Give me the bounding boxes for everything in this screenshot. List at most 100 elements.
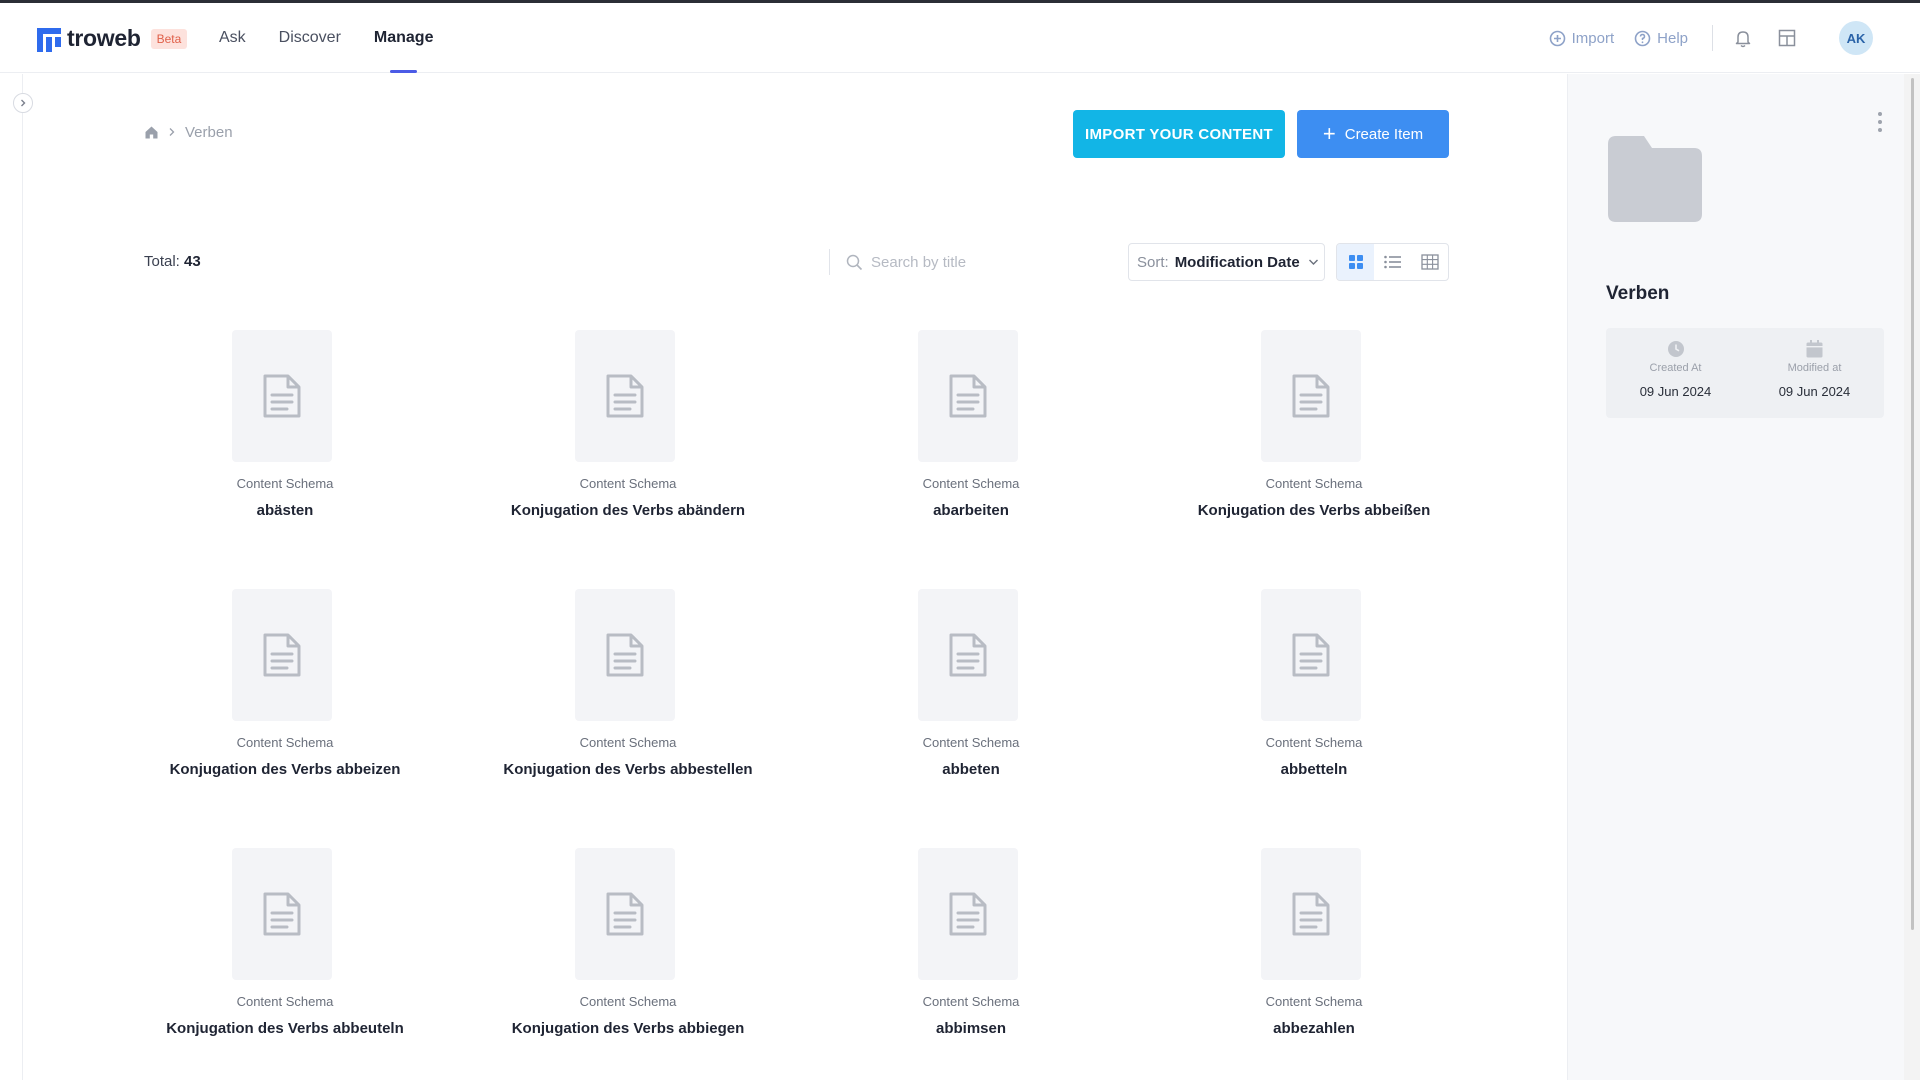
content-card[interactable]: Content Schema abarbeiten (830, 330, 1112, 570)
card-title: abarbeiten (933, 502, 1009, 519)
document-icon (949, 892, 987, 936)
more-options-button[interactable] (1876, 112, 1884, 132)
created-at-value: 09 Jun 2024 (1639, 384, 1712, 399)
create-item-label: Create Item (1344, 125, 1424, 143)
table-view-button[interactable] (1411, 244, 1448, 280)
card-thumbnail (918, 589, 1018, 721)
content-card[interactable]: Content Schema abbimsen (830, 848, 1112, 1080)
document-icon (263, 892, 301, 936)
top-header: troweb Beta Ask Discover Manage Import H… (0, 3, 1920, 73)
kebab-dot (1878, 128, 1882, 132)
vertical-scrollbar[interactable] (1904, 74, 1920, 1080)
document-icon (1292, 374, 1330, 418)
card-title: Konjugation des Verbs abändern (510, 502, 746, 519)
layout-button[interactable] (1775, 26, 1799, 50)
search-icon (846, 254, 863, 270)
grid-view-button[interactable] (1337, 244, 1374, 280)
card-thumbnail (1261, 848, 1361, 980)
content-card[interactable]: Content Schema Konjugation des Verbs abä… (487, 330, 769, 570)
beta-badge: Beta (150, 28, 188, 49)
table-view-icon (1420, 254, 1439, 270)
card-type: Content Schema (579, 735, 677, 750)
card-thumbnail (575, 848, 675, 980)
document-icon (1292, 892, 1330, 936)
layout-icon (1778, 29, 1796, 47)
card-type: Content Schema (236, 735, 334, 750)
card-thumbnail (232, 330, 332, 462)
sort-dropdown[interactable]: Sort: Modification Date (1128, 243, 1325, 281)
card-title: Konjugation des Verbs abbestellen (503, 761, 753, 778)
grid-view-icon (1348, 255, 1363, 269)
content-card[interactable]: Content Schema Konjugation des Verbs abb… (487, 848, 769, 1080)
chevron-right-icon (21, 99, 26, 107)
document-icon (606, 374, 644, 418)
content-card[interactable]: Content Schema abbeten (830, 589, 1112, 829)
content-card[interactable]: Content Schema Konjugation des Verbs abb… (144, 848, 426, 1080)
card-title: abbeten (942, 761, 1000, 778)
document-icon (949, 374, 987, 418)
list-view-button[interactable] (1374, 244, 1411, 280)
modified-at-section: Modified at 09 Jun 2024 (1745, 328, 1884, 418)
import-link[interactable]: Import (1549, 29, 1615, 47)
panel-title: Verben (1606, 283, 1670, 304)
import-link-label: Import (1571, 29, 1615, 47)
document-icon (1292, 633, 1330, 677)
search-divider (829, 249, 830, 275)
card-type: Content Schema (236, 476, 334, 491)
card-title: Konjugation des Verbs abbeizen (169, 761, 401, 778)
card-thumbnail (232, 589, 332, 721)
card-type: Content Schema (1265, 994, 1363, 1009)
card-type: Content Schema (922, 994, 1020, 1009)
modified-at-label: Modified at (1787, 362, 1842, 374)
expand-sidebar-button[interactable] (13, 93, 33, 113)
content-card[interactable]: Content Schema abästen (144, 330, 426, 570)
sort-label: Sort: (1137, 253, 1169, 271)
help-link-label: Help (1657, 29, 1688, 47)
main-nav: Ask Discover Manage (219, 3, 466, 73)
card-title: abästen (256, 502, 314, 519)
logo[interactable]: troweb Beta (37, 25, 188, 52)
help-icon (1634, 30, 1651, 46)
create-item-button[interactable]: + Create Item (1297, 110, 1449, 158)
card-type: Content Schema (1265, 735, 1363, 750)
user-avatar[interactable]: AK (1839, 21, 1873, 55)
content-card[interactable]: Content Schema Konjugation des Verbs abb… (1173, 330, 1455, 570)
calendar-icon (1806, 340, 1823, 358)
content-card[interactable]: Content Schema Konjugation des Verbs abb… (487, 589, 769, 829)
header-divider (1712, 25, 1713, 51)
nav-discover[interactable]: Discover (279, 3, 341, 73)
metadata-box: Created At 09 Jun 2024 Modified at 09 Ju… (1606, 328, 1884, 418)
total-count: Total: 43 (144, 253, 201, 270)
content-card[interactable]: Content Schema abbetteln (1173, 589, 1455, 829)
home-icon[interactable] (144, 125, 159, 140)
troweb-logo-icon (37, 27, 61, 52)
kebab-dot (1878, 112, 1882, 116)
document-icon (606, 633, 644, 677)
clock-icon (1667, 341, 1684, 357)
document-icon (949, 633, 987, 677)
card-thumbnail (232, 848, 332, 980)
chevron-right-icon (169, 128, 175, 136)
search-input[interactable] (871, 253, 1091, 271)
card-type: Content Schema (579, 994, 677, 1009)
card-title: Konjugation des Verbs abbeuteln (166, 1020, 404, 1037)
header-actions: Import Help AK (1549, 3, 1920, 73)
card-title: abbezahlen (1273, 1020, 1355, 1037)
chevron-down-icon (1308, 259, 1318, 265)
notifications-button[interactable] (1731, 26, 1755, 50)
card-thumbnail (1261, 330, 1361, 462)
scrollbar-thumb[interactable] (1911, 78, 1914, 930)
nav-manage[interactable]: Manage (374, 3, 433, 73)
content-card[interactable]: Content Schema abbezahlen (1173, 848, 1455, 1080)
kebab-dot (1878, 120, 1882, 124)
breadcrumb-separator (168, 124, 176, 141)
content-card[interactable]: Content Schema Konjugation des Verbs abb… (144, 589, 426, 829)
details-panel: Verben Created At 09 Jun 2024 Modified a… (1567, 74, 1904, 1080)
import-content-button[interactable]: IMPORT YOUR CONTENT (1073, 110, 1285, 158)
nav-ask[interactable]: Ask (219, 3, 246, 73)
total-label: Total: (144, 253, 180, 270)
modified-at-value: 09 Jun 2024 (1778, 384, 1851, 399)
help-link[interactable]: Help (1634, 30, 1688, 47)
document-icon (263, 633, 301, 677)
logo-text: troweb (67, 25, 141, 51)
